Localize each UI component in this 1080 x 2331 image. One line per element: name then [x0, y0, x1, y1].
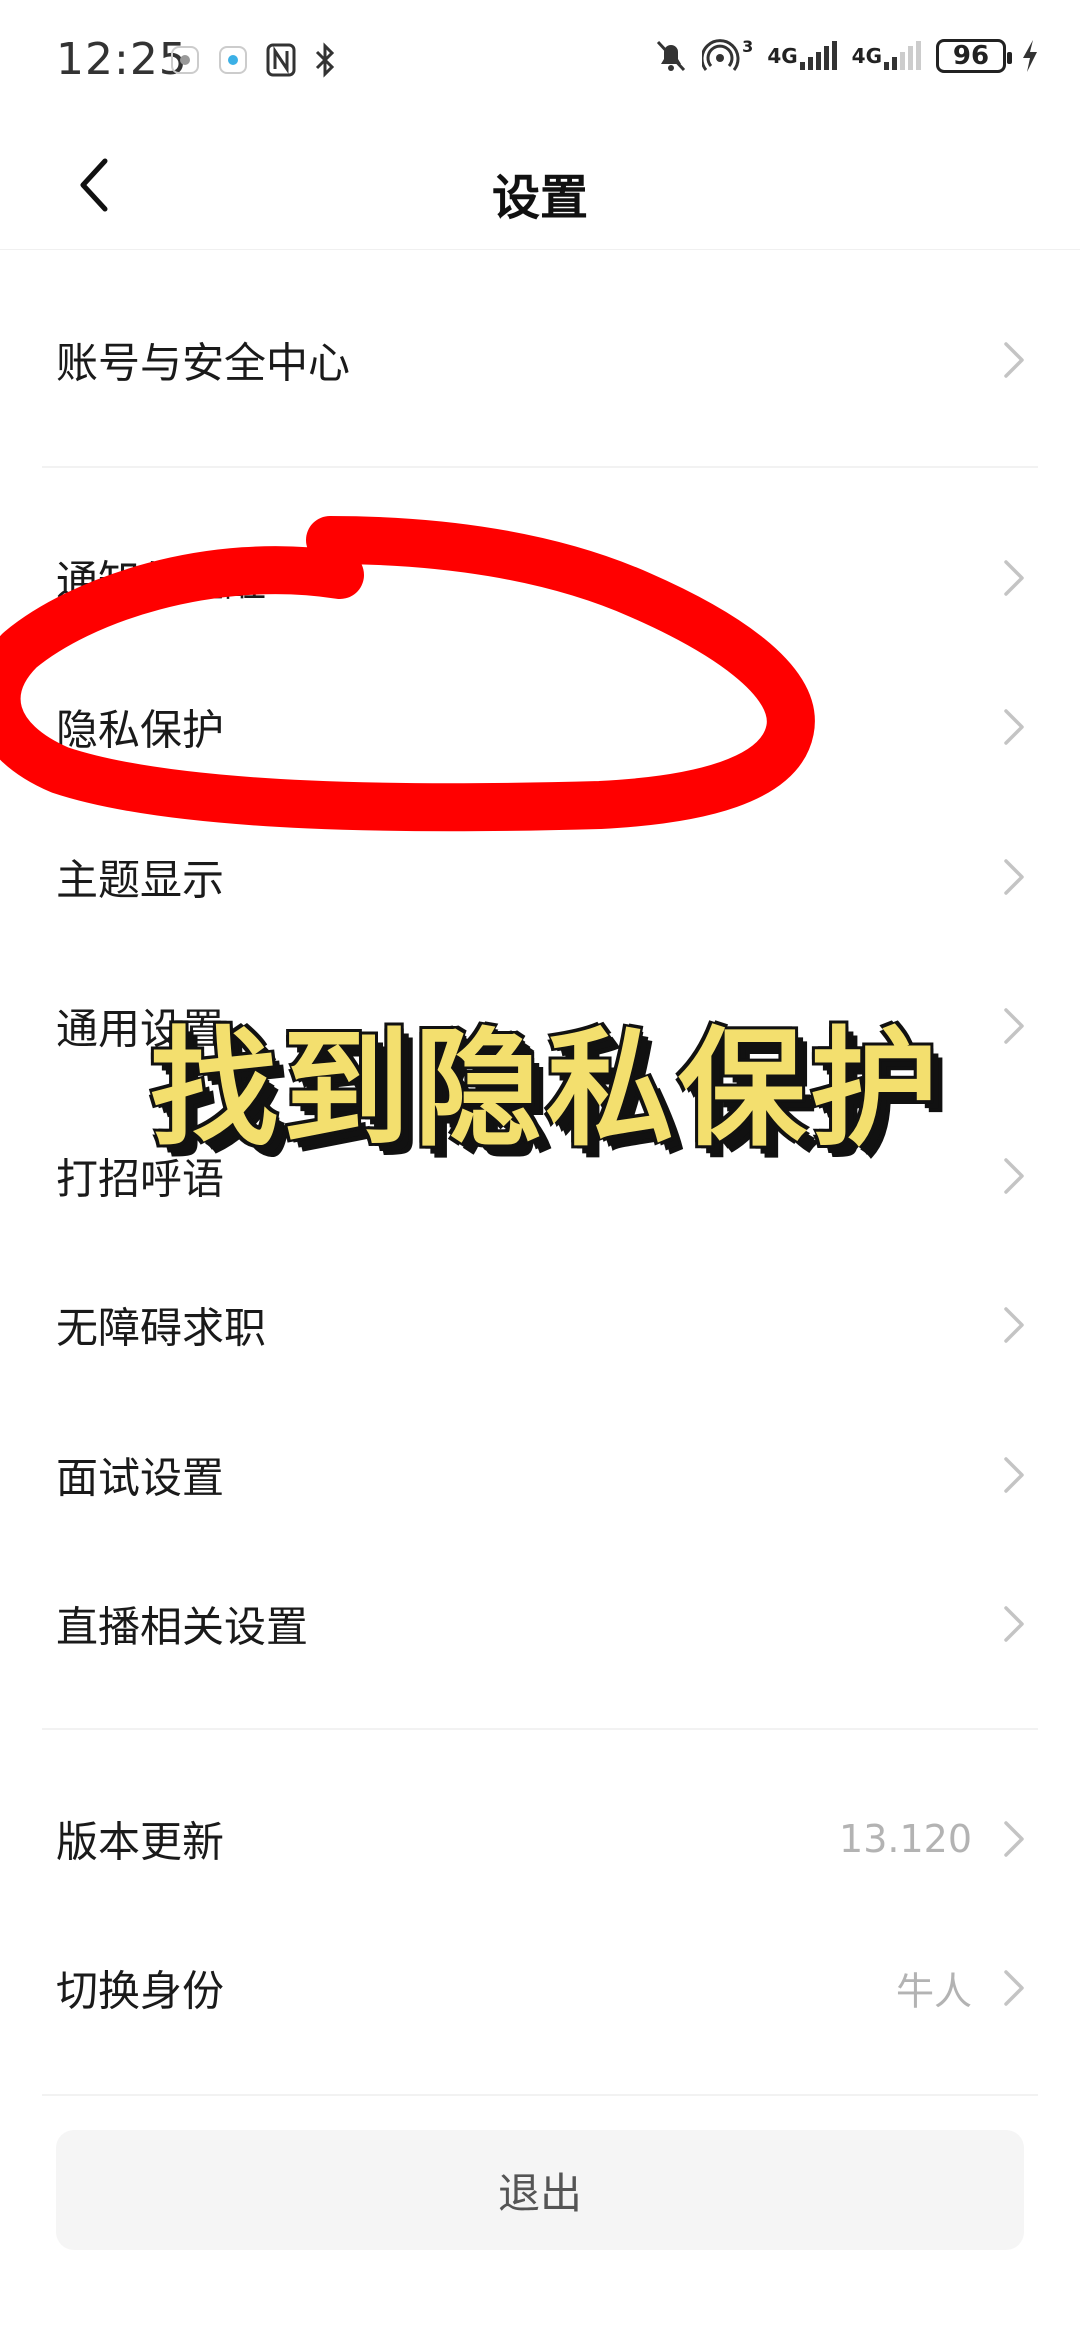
settings-item-label: 版本更新 — [56, 1817, 225, 1867]
signal-4g-icon-2: 4G — [852, 40, 922, 72]
chevron-right-icon — [1004, 1821, 1024, 1857]
settings-item-interview[interactable]: 面试设置 — [0, 1400, 1080, 1550]
settings-item-account-security[interactable]: 账号与安全中心 — [0, 285, 1080, 435]
status-bar: 12:25 3 4G 4G 96 — [0, 0, 1080, 120]
version-number: 13.120 — [839, 1817, 972, 1861]
status-time: 12:25 — [56, 34, 188, 85]
status-left-icons — [170, 42, 336, 78]
hotspot-icon: 3 — [702, 37, 754, 74]
settings-item-label: 通知与提醒 — [56, 556, 267, 606]
settings-item-privacy[interactable]: 隐私保护 — [0, 652, 1080, 802]
chevron-right-icon — [1004, 1970, 1024, 2006]
bluetooth-icon — [314, 42, 336, 78]
status-right-icons: 3 4G 4G 96 — [654, 37, 1040, 74]
settings-item-label: 主题显示 — [56, 855, 225, 905]
settings-item-label: 打招呼语 — [56, 1154, 225, 1204]
section-divider — [42, 466, 1038, 468]
settings-item-general[interactable]: 通用设置 — [0, 951, 1080, 1101]
charging-icon — [1020, 38, 1040, 74]
chevron-right-icon — [1004, 342, 1024, 378]
nfc-icon — [266, 43, 296, 77]
settings-item-label: 通用设置 — [56, 1004, 225, 1054]
battery-level: 96 — [952, 41, 990, 71]
network-label-2: 4G — [851, 44, 882, 68]
chevron-right-icon — [1004, 560, 1024, 596]
settings-item-live[interactable]: 直播相关设置 — [0, 1549, 1080, 1699]
app-notification-icon — [170, 45, 200, 75]
chevron-right-icon — [1004, 1158, 1024, 1194]
page-title: 设置 — [491, 170, 588, 226]
settings-item-notifications[interactable]: 通知与提醒 — [0, 503, 1080, 653]
header: 设置 — [0, 120, 1080, 250]
chevron-right-icon — [1004, 859, 1024, 895]
settings-item-label: 无障碍求职 — [56, 1303, 267, 1353]
settings-item-label: 隐私保护 — [56, 705, 225, 755]
settings-item-label: 账号与安全中心 — [56, 338, 351, 388]
settings-item-accessibility[interactable]: 无障碍求职 — [0, 1250, 1080, 1400]
chevron-right-icon — [1004, 1606, 1024, 1642]
settings-item-label: 直播相关设置 — [56, 1602, 309, 1652]
network-label-1: 4G — [767, 44, 798, 68]
settings-item-switch-identity[interactable]: 切换身份 牛人 — [0, 1913, 1080, 2063]
section-divider — [42, 2094, 1038, 2096]
battery-icon: 96 — [936, 39, 1012, 73]
signal-4g-icon-1: 4G — [767, 40, 837, 72]
logout-button[interactable]: 退出 — [56, 2130, 1024, 2250]
settings-item-greeting[interactable]: 打招呼语 — [0, 1101, 1080, 1251]
section-divider — [42, 1728, 1038, 1730]
hotspot-badge: 3 — [742, 37, 754, 56]
mute-bell-icon — [654, 38, 688, 74]
settings-item-version-update[interactable]: 版本更新 13.120 — [0, 1764, 1080, 1914]
app-notification-icon-2 — [218, 45, 248, 75]
chevron-right-icon — [1004, 1457, 1024, 1493]
chevron-right-icon — [1004, 1008, 1024, 1044]
identity-value: 牛人 — [895, 1969, 972, 2014]
chevron-right-icon — [1004, 709, 1024, 745]
chevron-right-icon — [1004, 1307, 1024, 1343]
settings-item-theme[interactable]: 主题显示 — [0, 802, 1080, 952]
settings-item-label: 切换身份 — [56, 1966, 225, 2016]
settings-item-label: 面试设置 — [56, 1453, 225, 1503]
